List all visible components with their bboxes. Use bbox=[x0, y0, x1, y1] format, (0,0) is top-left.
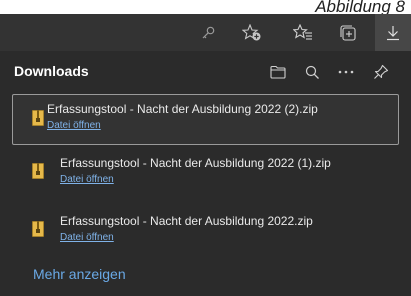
open-file-link[interactable]: Datei öffnen bbox=[47, 120, 101, 131]
zip-file-icon bbox=[32, 221, 44, 237]
browser-toolbar bbox=[0, 14, 411, 51]
zip-file-icon bbox=[32, 110, 44, 126]
download-item[interactable]: Erfassungstool - Nacht der Ausbildung 20… bbox=[12, 94, 399, 145]
pin-icon[interactable] bbox=[368, 59, 394, 85]
add-favorite-icon[interactable] bbox=[234, 14, 270, 51]
downloads-panel: Downloads Erfassungstool - Nacht der Aus… bbox=[0, 51, 411, 296]
panel-title: Downloads bbox=[14, 63, 89, 79]
collections-icon[interactable] bbox=[330, 14, 366, 51]
download-item[interactable]: Erfassungstool - Nacht der Ausbildung 20… bbox=[0, 205, 411, 254]
figure-caption: Abbildung 8 bbox=[315, 0, 405, 16]
open-file-link[interactable]: Datei öffnen bbox=[60, 232, 114, 243]
download-file-name: Erfassungstool - Nacht der Ausbildung 20… bbox=[60, 214, 313, 228]
download-file-name: Erfassungstool - Nacht der Ausbildung 20… bbox=[60, 156, 331, 170]
more-icon[interactable] bbox=[333, 59, 359, 85]
download-item[interactable]: Erfassungstool - Nacht der Ausbildung 20… bbox=[0, 147, 411, 196]
open-file-link[interactable]: Datei öffnen bbox=[60, 174, 114, 185]
panel-header: Downloads bbox=[0, 51, 411, 93]
download-file-name: Erfassungstool - Nacht der Ausbildung 20… bbox=[47, 102, 318, 116]
search-icon[interactable] bbox=[299, 59, 325, 85]
key-icon[interactable] bbox=[190, 14, 226, 51]
folder-icon[interactable] bbox=[265, 59, 291, 85]
show-more-link[interactable]: Mehr anzeigen bbox=[33, 266, 126, 282]
zip-file-icon bbox=[32, 163, 44, 179]
favorites-icon[interactable] bbox=[285, 14, 321, 51]
downloads-icon[interactable] bbox=[375, 14, 411, 51]
